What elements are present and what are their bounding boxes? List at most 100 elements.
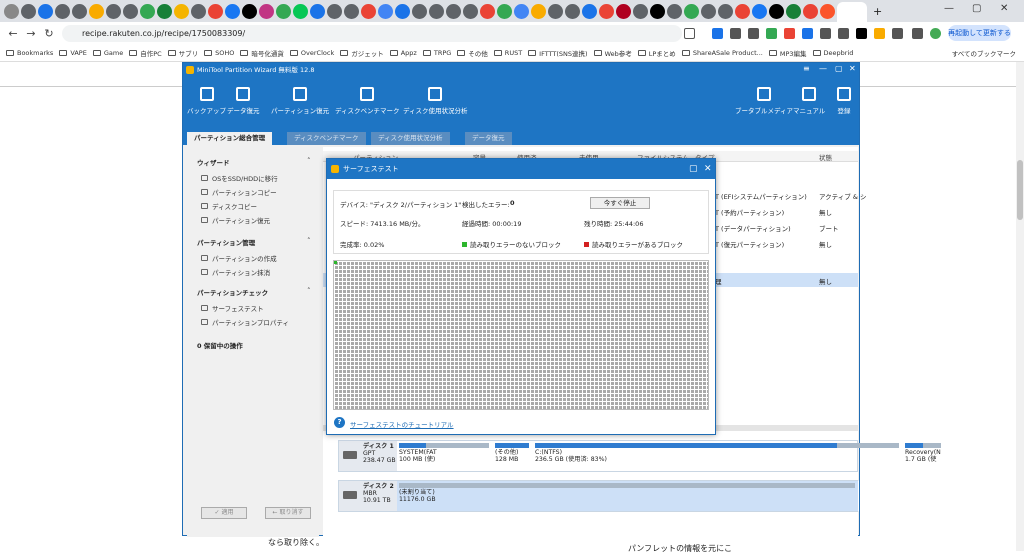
browser-tab-favicon[interactable] <box>242 3 257 19</box>
disk-row[interactable]: ディスク 2 MBR 10.91 TB (未割り当て) 11176.0 GB <box>338 480 859 512</box>
address-bar[interactable]: recipe.rakuten.co.jp/recipe/1750083309/ <box>62 25 682 42</box>
bookmark-item[interactable]: VAPE <box>59 49 87 57</box>
maximize-icon[interactable]: ▢ <box>972 3 981 14</box>
browser-tab-favicon[interactable] <box>38 3 53 19</box>
bookmark-item[interactable]: Deepbrid <box>812 49 853 57</box>
browser-tab-favicon[interactable] <box>21 3 36 19</box>
browser-tab-favicon[interactable] <box>378 3 393 19</box>
browser-tab-favicon[interactable] <box>701 3 716 19</box>
browser-tab-favicon[interactable] <box>650 3 665 19</box>
browser-tab-favicon[interactable] <box>463 3 478 19</box>
browser-tab-favicon[interactable] <box>106 3 121 19</box>
sidebar-item-surface-test[interactable]: サーフェステスト <box>201 303 264 313</box>
browser-tab-favicon[interactable] <box>293 3 308 19</box>
browser-tab-favicon[interactable] <box>735 3 750 19</box>
browser-tab-favicon[interactable] <box>514 3 529 19</box>
sidebar-item-create-partition[interactable]: パーティションの作成 <box>201 253 277 263</box>
bookmark-item[interactable]: RUST <box>493 49 522 57</box>
browser-tab-favicon[interactable] <box>820 3 835 19</box>
extension-icon[interactable] <box>856 28 867 39</box>
partition-block[interactable]: (その他) 128 MB <box>493 441 533 471</box>
browser-tab-favicon[interactable] <box>684 3 699 19</box>
reload-icon[interactable]: ↻ <box>40 27 58 40</box>
bookmark-star-icon[interactable] <box>684 28 695 39</box>
extension-icon[interactable] <box>874 28 885 39</box>
browser-tab-favicon[interactable] <box>803 3 818 19</box>
minimize-icon[interactable]: — <box>819 64 827 73</box>
browser-tab-favicon[interactable] <box>582 3 597 19</box>
bookmark-item[interactable]: LPまとめ <box>637 48 676 58</box>
undo-button[interactable]: ← 取り消す <box>265 507 311 519</box>
extension-icon[interactable] <box>748 28 759 39</box>
avatar[interactable] <box>930 28 941 39</box>
sidebar-item-migrate-os[interactable]: OSをSSD/HDDに移行 <box>201 173 278 183</box>
back-icon[interactable]: ← <box>4 27 22 40</box>
stop-now-button[interactable]: 今すぐ停止 <box>590 197 650 209</box>
disk-benchmark-button[interactable]: ディスクベンチマーク <box>335 87 400 115</box>
extension-icon[interactable] <box>820 28 831 39</box>
browser-tab-active[interactable] <box>837 2 867 22</box>
chevron-up-icon[interactable]: ˄ <box>307 157 311 165</box>
browser-tab-favicon[interactable] <box>531 3 546 19</box>
partition-block[interactable]: SYSTEM(FAT 100 MB (使) <box>397 441 493 471</box>
maximize-icon[interactable]: ▢ <box>835 64 843 73</box>
register-button[interactable]: 登録 <box>837 87 851 115</box>
bookmark-item[interactable]: Game <box>92 49 123 57</box>
manual-button[interactable]: マニュアル <box>793 87 825 115</box>
extension-icon[interactable] <box>766 28 777 39</box>
browser-tab-favicon[interactable] <box>72 3 87 19</box>
extension-icon[interactable] <box>802 28 813 39</box>
extension-icon[interactable] <box>712 28 723 39</box>
bookmark-item[interactable]: ガジェット <box>340 48 384 58</box>
sidebar-section-partition-check[interactable]: パーティションチェック <box>197 287 268 297</box>
tab-data-recovery[interactable]: データ復元 <box>465 132 512 145</box>
browser-tab-favicon[interactable] <box>225 3 240 19</box>
bookmark-item[interactable]: MP3編集 <box>768 48 807 58</box>
new-tab-icon[interactable]: + <box>873 5 882 18</box>
browser-tab-favicon[interactable] <box>412 3 427 19</box>
browser-tab-favicon[interactable] <box>174 3 189 19</box>
browser-tab-favicon[interactable] <box>327 3 342 19</box>
sidebar-item-copy-partition[interactable]: パーティションコピー <box>201 187 277 197</box>
browser-tab-favicon[interactable] <box>786 3 801 19</box>
tab-disk-benchmark[interactable]: ディスクベンチマーク <box>287 132 366 145</box>
minimize-icon[interactable]: — <box>944 3 954 14</box>
bookmark-item[interactable]: Bookmarks <box>6 49 53 57</box>
browser-tab-favicon[interactable] <box>191 3 206 19</box>
extension-icon[interactable] <box>784 28 795 39</box>
browser-tab-favicon[interactable] <box>633 3 648 19</box>
bookmark-item[interactable]: その他 <box>457 48 488 58</box>
sidebar-item-partition-recovery[interactable]: パーティション復元 <box>201 215 270 225</box>
maximize-icon[interactable]: ▢ <box>689 159 698 179</box>
extension-icon[interactable] <box>730 28 741 39</box>
sidebar-section-wizard[interactable]: ウィザード <box>197 157 230 167</box>
browser-tab-favicon[interactable] <box>89 3 104 19</box>
browser-tab-favicon[interactable] <box>157 3 172 19</box>
chevron-up-icon[interactable]: ˄ <box>307 237 311 245</box>
column-header[interactable]: 状態 <box>819 152 832 162</box>
bookmark-item[interactable]: サブリ <box>167 48 198 58</box>
sidebar-item-partition-properties[interactable]: パーティションプロパティ <box>201 317 289 327</box>
disk-row[interactable]: ディスク 1 GPT 238.47 GB SYSTEM(FAT 100 MB (使) (そ… <box>338 440 945 472</box>
scrollbar-thumb[interactable] <box>1017 160 1023 220</box>
close-icon[interactable]: ✕ <box>704 159 712 179</box>
close-window-icon[interactable]: ✕ <box>1000 3 1008 14</box>
bookmark-item[interactable]: IFTTT(SNS連携) <box>528 48 588 58</box>
browser-tab-favicon[interactable] <box>395 3 410 19</box>
bookmark-item[interactable]: TRPG <box>422 49 451 57</box>
browser-tab-favicon[interactable] <box>769 3 784 19</box>
browser-tab-favicon[interactable] <box>344 3 359 19</box>
browser-tab-favicon[interactable] <box>616 3 631 19</box>
browser-tab-favicon[interactable] <box>55 3 70 19</box>
browser-tab-favicon[interactable] <box>140 3 155 19</box>
browser-tab-favicon[interactable] <box>208 3 223 19</box>
browser-tab-favicon[interactable] <box>667 3 682 19</box>
browser-tab-favicon[interactable] <box>480 3 495 19</box>
browser-tab-favicon[interactable] <box>548 3 563 19</box>
browser-tab-favicon[interactable] <box>446 3 461 19</box>
sidebar-item-wipe-partition[interactable]: パーティション抹消 <box>201 267 270 277</box>
page-scrollbar[interactable] <box>1016 62 1024 551</box>
partition-block[interactable]: C:(NTFS) 236.5 GB (使用済: 83%) <box>533 441 903 471</box>
tab-space-analyzer[interactable]: ディスク使用状況分析 <box>371 132 450 145</box>
partition-block[interactable]: (未割り当て) 11176.0 GB <box>397 481 859 511</box>
